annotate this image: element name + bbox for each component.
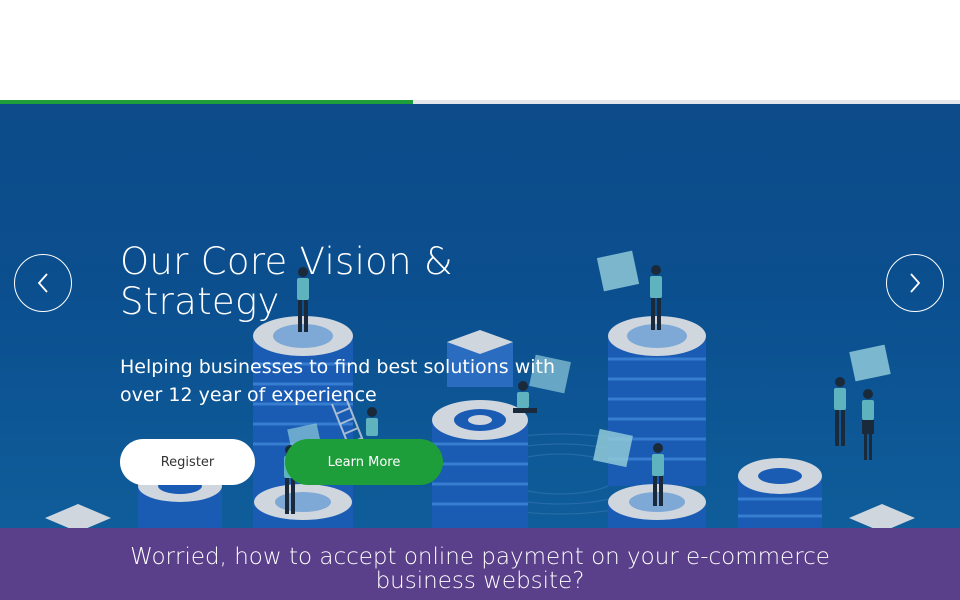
payment-banner: Worried, how to accept online payment on…: [0, 528, 960, 600]
slide-title: Our Core Vision & Strategy: [120, 240, 454, 323]
slide-subtitle: Helping businesses to find best solution…: [120, 356, 556, 406]
register-button[interactable]: Register: [120, 439, 255, 485]
carousel-next-button[interactable]: [886, 254, 944, 312]
chevron-right-icon: [910, 273, 921, 293]
header-bar: [0, 0, 960, 100]
hero-slider: Our Core Vision & Strategy Helping busin…: [0, 104, 960, 528]
learn-more-button[interactable]: Learn More: [285, 439, 443, 485]
banner-text: Worried, how to accept online payment on…: [130, 544, 830, 594]
carousel-prev-button[interactable]: [14, 254, 72, 312]
chevron-left-icon: [37, 273, 48, 293]
